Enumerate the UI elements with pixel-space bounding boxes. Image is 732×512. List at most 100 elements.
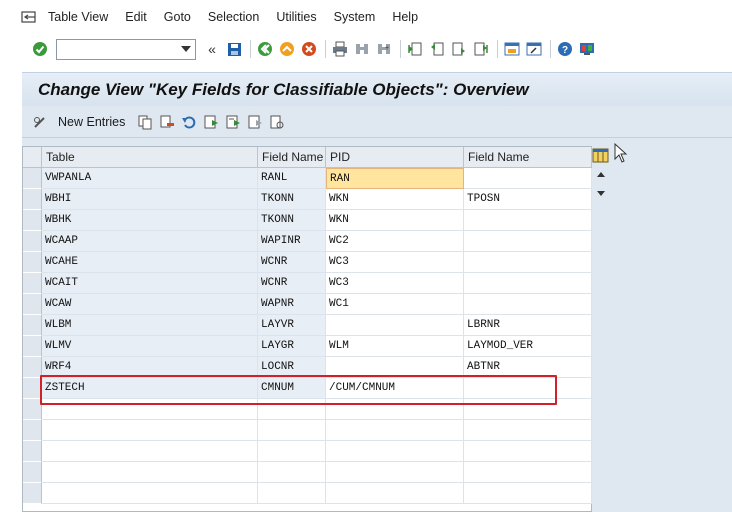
table-cell-field-name-2[interactable] xyxy=(464,252,592,273)
back-icon[interactable] xyxy=(255,39,275,59)
table-cell-field-name-2[interactable] xyxy=(464,441,592,462)
display-change-icon[interactable] xyxy=(30,112,50,132)
create-session-icon[interactable] xyxy=(502,39,522,59)
table-cell-pid[interactable]: WKN xyxy=(326,189,464,210)
table-cell-field-name-2[interactable] xyxy=(464,210,592,231)
select-all-header[interactable] xyxy=(23,147,42,168)
table-cell-pid[interactable]: WC2 xyxy=(326,231,464,252)
cancel-icon[interactable] xyxy=(299,39,319,59)
table-cell-field-name xyxy=(258,420,326,441)
column-header-field-name[interactable]: Field Name xyxy=(258,147,326,168)
table-cell-field-name-2[interactable] xyxy=(464,420,592,441)
table-cell-field-name-2[interactable]: ABTNR xyxy=(464,357,592,378)
row-selector[interactable] xyxy=(23,378,42,399)
toolbar-separator xyxy=(400,40,401,58)
column-header-pid[interactable]: PID xyxy=(326,147,464,168)
table-cell-pid[interactable] xyxy=(326,483,464,504)
table-cell-field-name-2[interactable] xyxy=(464,378,592,399)
row-selector[interactable] xyxy=(23,441,42,462)
menu-edit[interactable]: Edit xyxy=(125,10,147,24)
row-selector[interactable] xyxy=(23,315,42,336)
menu-system[interactable]: System xyxy=(334,10,376,24)
row-selector[interactable] xyxy=(23,399,42,420)
table-cell-field-name-2[interactable] xyxy=(464,273,592,294)
system-menu-icon[interactable] xyxy=(20,9,38,25)
table-cell-pid[interactable]: WC1 xyxy=(326,294,464,315)
table-cell-pid[interactable]: WC3 xyxy=(326,252,464,273)
row-selector[interactable] xyxy=(23,420,42,441)
variant-icon[interactable] xyxy=(267,112,287,132)
table-cell-field-name-2[interactable] xyxy=(464,294,592,315)
row-selector[interactable] xyxy=(23,231,42,252)
select-block-icon[interactable] xyxy=(223,112,243,132)
row-selector[interactable] xyxy=(23,462,42,483)
undo-change-icon[interactable] xyxy=(179,112,199,132)
table-cell-field-name-2[interactable] xyxy=(464,399,592,420)
find-icon[interactable] xyxy=(352,39,372,59)
mouse-pointer-icon xyxy=(614,142,628,166)
table-cell-field-name-2[interactable] xyxy=(464,168,592,189)
table-cell-field-name-2[interactable]: LBRNR xyxy=(464,315,592,336)
command-field[interactable] xyxy=(56,38,196,60)
exit-icon[interactable] xyxy=(277,39,297,59)
table-cell-field-name-2[interactable] xyxy=(464,231,592,252)
row-selector[interactable] xyxy=(23,189,42,210)
menu-help[interactable]: Help xyxy=(392,10,418,24)
customize-layout-icon[interactable] xyxy=(577,39,597,59)
table-cell-pid[interactable]: WLM xyxy=(326,336,464,357)
table-cell-pid[interactable] xyxy=(326,420,464,441)
menu-table-view[interactable]: Table View xyxy=(48,10,108,24)
table-cell-table: WCAIT xyxy=(42,273,258,294)
table-cell-pid[interactable]: WC3 xyxy=(326,273,464,294)
shortcut-icon[interactable] xyxy=(524,39,544,59)
column-header-field-name-2[interactable]: Field Name xyxy=(464,147,592,168)
row-selector[interactable] xyxy=(23,357,42,378)
menu-bar: Table View Edit Goto Selection Utilities… xyxy=(0,0,732,34)
select-all-icon[interactable] xyxy=(201,112,221,132)
row-selector[interactable] xyxy=(23,273,42,294)
table-cell-pid[interactable]: RAN xyxy=(326,168,464,189)
row-selector[interactable] xyxy=(23,483,42,504)
previous-page-icon[interactable] xyxy=(427,39,447,59)
row-selector[interactable] xyxy=(23,210,42,231)
table-cell-pid[interactable] xyxy=(326,315,464,336)
menu-selection[interactable]: Selection xyxy=(208,10,259,24)
row-selector[interactable] xyxy=(23,336,42,357)
find-next-icon[interactable]: + xyxy=(374,39,394,59)
column-settings-icon[interactable] xyxy=(592,147,610,165)
collapse-icon[interactable]: « xyxy=(202,39,222,59)
column-header-table[interactable]: Table xyxy=(42,147,258,168)
table-cell-table: WBHI xyxy=(42,189,258,210)
vertical-scrollbar[interactable] xyxy=(592,167,610,207)
table-cell-pid[interactable]: WKN xyxy=(326,210,464,231)
table-cell-pid[interactable] xyxy=(326,399,464,420)
table-cell-table: VWPANLA xyxy=(42,168,258,189)
new-entries-button[interactable]: New Entries xyxy=(58,115,125,129)
table-cell-field-name: WCNR xyxy=(258,273,326,294)
table-cell-field-name-2[interactable] xyxy=(464,462,592,483)
chevron-down-icon[interactable] xyxy=(181,45,191,52)
first-page-icon[interactable] xyxy=(405,39,425,59)
save-icon[interactable] xyxy=(224,39,244,59)
table-cell-pid[interactable] xyxy=(326,441,464,462)
row-selector[interactable] xyxy=(23,252,42,273)
delete-icon[interactable] xyxy=(157,112,177,132)
print-icon[interactable] xyxy=(330,39,350,59)
table-cell-field-name-2[interactable]: TPOSN xyxy=(464,189,592,210)
row-selector[interactable] xyxy=(23,168,42,189)
table-cell-pid[interactable] xyxy=(326,462,464,483)
copy-as-icon[interactable] xyxy=(135,112,155,132)
menu-utilities[interactable]: Utilities xyxy=(276,10,316,24)
table-cell-field-name-2[interactable] xyxy=(464,483,592,504)
table-cell-pid[interactable]: /CUM/CMNUM xyxy=(326,378,464,399)
last-page-icon[interactable] xyxy=(471,39,491,59)
deselect-all-icon[interactable] xyxy=(245,112,265,132)
help-icon[interactable]: ? xyxy=(555,39,575,59)
menu-goto[interactable]: Goto xyxy=(164,10,191,24)
next-page-icon[interactable] xyxy=(449,39,469,59)
row-selector[interactable] xyxy=(23,294,42,315)
table-cell-field-name-2[interactable]: LAYMOD_VER xyxy=(464,336,592,357)
toolbar-separator xyxy=(497,40,498,58)
table-cell-pid[interactable] xyxy=(326,357,464,378)
enter-check-icon[interactable] xyxy=(30,39,50,59)
